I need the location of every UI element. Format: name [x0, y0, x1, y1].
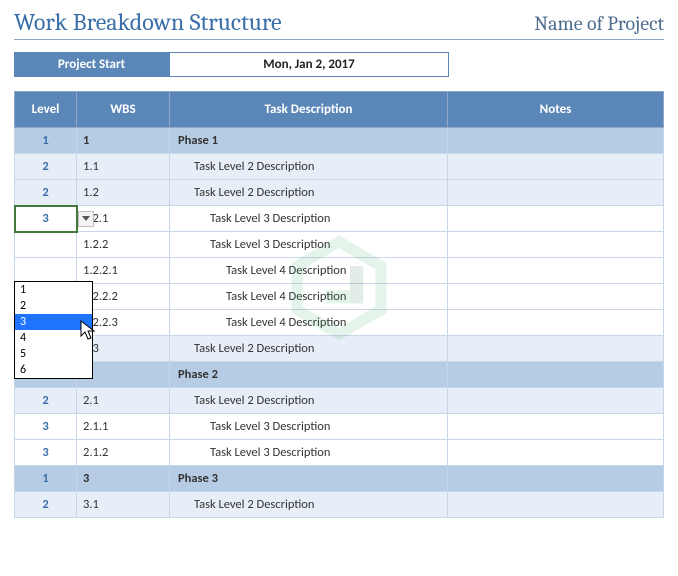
col-level: Level — [15, 92, 77, 128]
notes-cell[interactable] — [448, 440, 664, 466]
wbs-cell[interactable]: 1.2 — [77, 180, 170, 206]
level-cell[interactable]: 2 — [15, 388, 77, 414]
desc-cell[interactable]: Task Level 3 Description — [170, 206, 448, 232]
dropdown-option[interactable]: 4 — [15, 330, 92, 346]
table-row: 21.3Task Level 2 Description — [15, 336, 664, 362]
table-row: 1.2.2.2Task Level 4 Description — [15, 284, 664, 310]
level-cell[interactable]: 3 — [15, 206, 77, 232]
dropdown-option[interactable]: 2 — [15, 298, 92, 314]
project-start-label: Project Start — [14, 52, 169, 77]
level-cell[interactable] — [15, 258, 77, 284]
level-dropdown[interactable]: 123456 — [14, 281, 93, 379]
col-notes: Notes — [448, 92, 664, 128]
col-wbs: WBS — [77, 92, 170, 128]
project-start-value[interactable]: Mon, Jan 2, 2017 — [169, 52, 449, 77]
wbs-cell[interactable]: 3 — [77, 466, 170, 492]
dropdown-option[interactable]: 6 — [15, 362, 92, 378]
level-cell[interactable]: 2 — [15, 154, 77, 180]
dropdown-arrow-icon[interactable] — [78, 211, 94, 227]
wbs-cell[interactable]: 1.2.2 — [77, 232, 170, 258]
desc-cell[interactable]: Task Level 2 Description — [170, 180, 448, 206]
table-row: 31.2.1Task Level 3 Description — [15, 206, 664, 232]
notes-cell[interactable] — [448, 180, 664, 206]
notes-cell[interactable] — [448, 466, 664, 492]
wbs-cell[interactable]: 2.1 — [77, 388, 170, 414]
desc-cell[interactable]: Task Level 2 Description — [170, 336, 448, 362]
desc-cell[interactable]: Task Level 3 Description — [170, 414, 448, 440]
notes-cell[interactable] — [448, 232, 664, 258]
project-name: Name of Project — [534, 12, 664, 35]
table-row: 22.1Task Level 2 Description — [15, 388, 664, 414]
wbs-cell[interactable]: 1.1 — [77, 154, 170, 180]
level-cell[interactable]: 2 — [15, 180, 77, 206]
table-header-row: Level WBS Task Description Notes — [15, 92, 664, 128]
desc-cell[interactable]: Phase 3 — [170, 466, 448, 492]
desc-cell[interactable]: Task Level 4 Description — [170, 284, 448, 310]
desc-cell[interactable]: Task Level 2 Description — [170, 492, 448, 518]
table-row: 21.2Task Level 2 Description — [15, 180, 664, 206]
level-cell[interactable]: 1 — [15, 128, 77, 154]
desc-cell[interactable]: Task Level 3 Description — [170, 232, 448, 258]
desc-cell[interactable]: Task Level 2 Description — [170, 154, 448, 180]
table-row: 23.1Task Level 2 Description — [15, 492, 664, 518]
wbs-cell[interactable]: 2.1.2 — [77, 440, 170, 466]
table-row: 12Phase 2 — [15, 362, 664, 388]
level-cell[interactable]: 1 — [15, 466, 77, 492]
table-row: 41.2.2.3Task Level 4 Description — [15, 310, 664, 336]
dropdown-option[interactable]: 5 — [15, 346, 92, 362]
notes-cell[interactable] — [448, 388, 664, 414]
header: Work Breakdown Structure Name of Project — [14, 8, 664, 40]
page-title: Work Breakdown Structure — [14, 8, 282, 36]
table-row: 21.1Task Level 2 Description — [15, 154, 664, 180]
level-cell[interactable]: 3 — [15, 440, 77, 466]
notes-cell[interactable] — [448, 154, 664, 180]
wbs-cell[interactable]: 3.1 — [77, 492, 170, 518]
wbs-cell[interactable]: 2.1.1 — [77, 414, 170, 440]
col-desc: Task Description — [170, 92, 448, 128]
table-row: 13Phase 3 — [15, 466, 664, 492]
desc-cell[interactable]: Task Level 3 Description — [170, 440, 448, 466]
desc-cell[interactable]: Phase 2 — [170, 362, 448, 388]
table-row: 11Phase 1 — [15, 128, 664, 154]
wbs-cell[interactable]: 1.2.2.1 — [77, 258, 170, 284]
dropdown-option[interactable]: 3 — [15, 314, 92, 330]
notes-cell[interactable] — [448, 414, 664, 440]
notes-cell[interactable] — [448, 492, 664, 518]
table-row: 32.1.2Task Level 3 Description — [15, 440, 664, 466]
notes-cell[interactable] — [448, 336, 664, 362]
dropdown-option[interactable]: 1 — [15, 282, 92, 298]
notes-cell[interactable] — [448, 284, 664, 310]
notes-cell[interactable] — [448, 206, 664, 232]
table-row: 32.1.1Task Level 3 Description — [15, 414, 664, 440]
table-row: 1.2.2.1Task Level 4 Description — [15, 258, 664, 284]
wbs-table: Level WBS Task Description Notes 11Phase… — [14, 91, 664, 518]
level-cell[interactable]: 2 — [15, 492, 77, 518]
level-cell[interactable]: 3 — [15, 414, 77, 440]
wbs-cell[interactable]: 1 — [77, 128, 170, 154]
notes-cell[interactable] — [448, 310, 664, 336]
notes-cell[interactable] — [448, 128, 664, 154]
table-row: 1.2.2Task Level 3 Description — [15, 232, 664, 258]
notes-cell[interactable] — [448, 362, 664, 388]
desc-cell[interactable]: Phase 1 — [170, 128, 448, 154]
project-start-row: Project Start Mon, Jan 2, 2017 — [14, 52, 664, 77]
level-cell[interactable] — [15, 232, 77, 258]
desc-cell[interactable]: Task Level 4 Description — [170, 258, 448, 284]
desc-cell[interactable]: Task Level 4 Description — [170, 310, 448, 336]
notes-cell[interactable] — [448, 258, 664, 284]
desc-cell[interactable]: Task Level 2 Description — [170, 388, 448, 414]
